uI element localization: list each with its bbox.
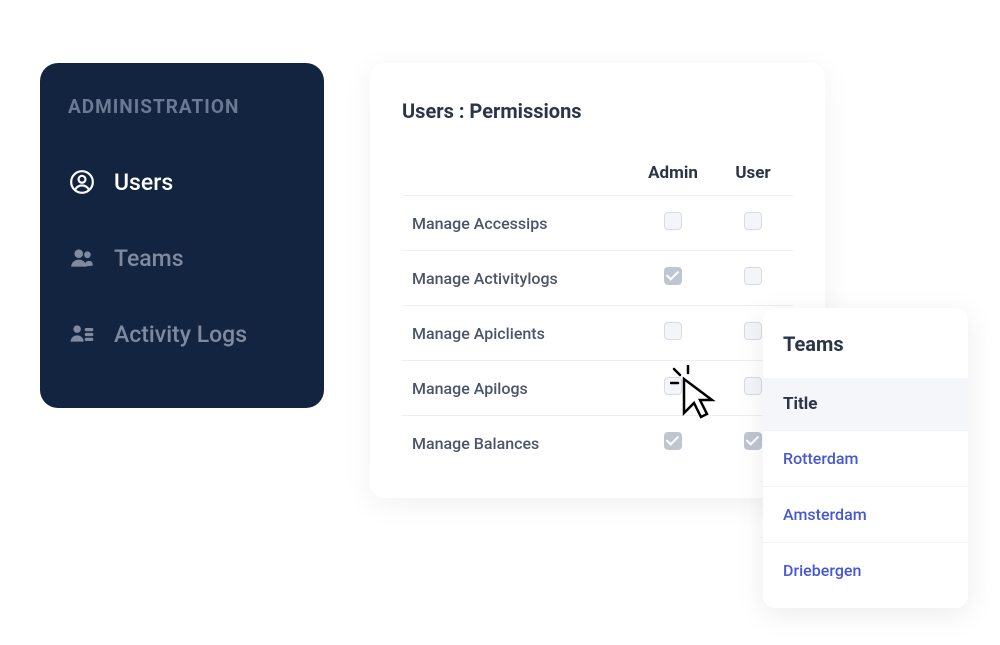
checkbox-user[interactable] <box>744 267 762 285</box>
permission-label: Manage Apiclients <box>402 306 633 361</box>
checkbox-user[interactable] <box>744 377 762 395</box>
sidebar-item-label: Users <box>114 169 173 196</box>
checkbox-admin[interactable] <box>664 212 682 230</box>
permission-label: Manage Apilogs <box>402 361 633 416</box>
checkbox-admin[interactable] <box>664 322 682 340</box>
user-circle-icon <box>68 168 96 196</box>
sidebar-item-label: Activity Logs <box>114 321 247 348</box>
permission-label: Manage Accessips <box>402 196 633 251</box>
sidebar-item-label: Teams <box>114 245 184 272</box>
table-row: Manage Apiclients <box>402 306 793 361</box>
teams-title: Teams <box>763 332 968 378</box>
checkbox-user[interactable] <box>744 322 762 340</box>
checkbox-user[interactable] <box>744 432 762 450</box>
column-header-admin: Admin <box>633 151 713 196</box>
teams-row[interactable]: Amsterdam <box>763 486 968 542</box>
sidebar-item-teams[interactable]: Teams <box>68 230 296 286</box>
sidebar-item-users[interactable]: Users <box>68 154 296 210</box>
team-icon <box>68 244 96 272</box>
table-row: Manage Accessips <box>402 196 793 251</box>
permissions-table: Admin User Manage Accessips Manage Activ… <box>402 151 793 470</box>
table-row: Manage Apilogs <box>402 361 793 416</box>
permission-label: Manage Activitylogs <box>402 251 633 306</box>
checkbox-admin[interactable] <box>664 432 682 450</box>
table-row: Manage Balances <box>402 416 793 471</box>
teams-panel: Teams Title Rotterdam Amsterdam Drieberg… <box>763 308 968 608</box>
permissions-title: Users : Permissions <box>402 99 793 123</box>
checkbox-admin[interactable] <box>664 267 682 285</box>
sidebar-heading: ADMINISTRATION <box>68 95 296 118</box>
sidebar-item-activity-logs[interactable]: Activity Logs <box>68 306 296 362</box>
checkbox-admin[interactable] <box>664 377 682 395</box>
permission-label: Manage Balances <box>402 416 633 471</box>
sidebar: ADMINISTRATION Users Teams <box>40 63 324 408</box>
person-list-icon <box>68 320 96 348</box>
permissions-panel: Users : Permissions Admin User Manage Ac… <box>370 63 825 498</box>
teams-column-header: Title <box>763 378 968 430</box>
teams-row[interactable]: Driebergen <box>763 542 968 598</box>
checkbox-user[interactable] <box>744 212 762 230</box>
teams-row[interactable]: Rotterdam <box>763 430 968 486</box>
table-row: Manage Activitylogs <box>402 251 793 306</box>
column-header-user: User <box>713 151 793 196</box>
